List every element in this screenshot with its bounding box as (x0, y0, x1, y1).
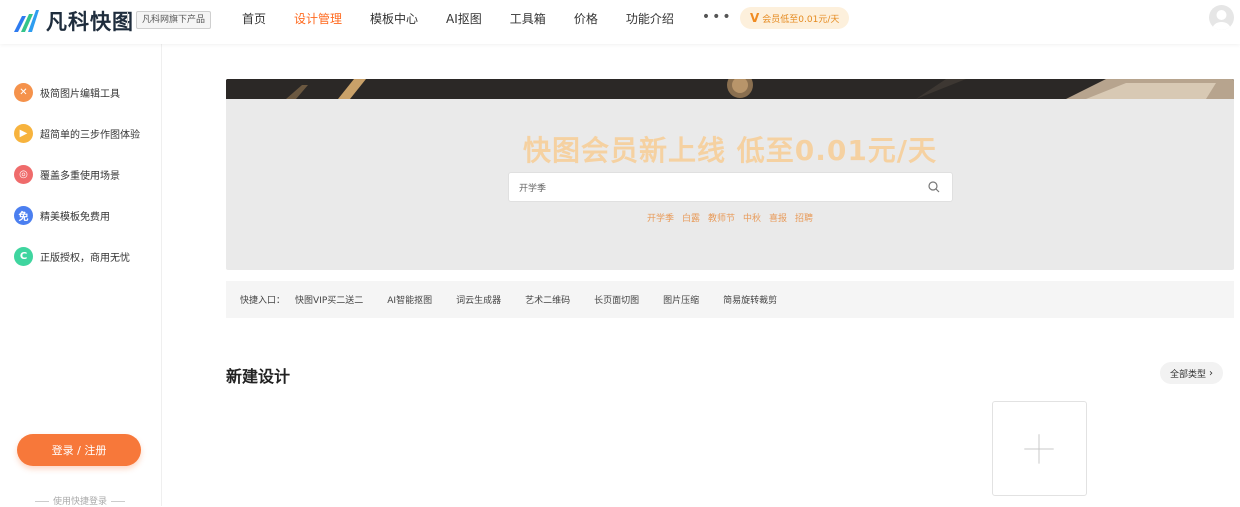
nav-item[interactable]: 首页 (242, 10, 266, 27)
hot-search-tag[interactable]: 中秋 (743, 214, 761, 224)
play-icon: ▶ (14, 123, 33, 143)
layers-icon: ◎ (14, 164, 33, 184)
section-title: 新建设计 (226, 367, 291, 386)
shortcut-link[interactable]: 快图VIP买二送二 (295, 293, 363, 306)
hot-search-tag[interactable]: 开学季 (647, 214, 674, 224)
sidebar: ✕ 极简图片编辑工具 ▶ 超简单的三步作图体验 ◎ 覆盖多重使用场景免精美模板免费用 C 正版… (0, 44, 162, 507)
quick-login-label: 使用快捷登录 (30, 494, 130, 507)
feature-label: 超简单的三步作图体验 (40, 129, 140, 141)
feature-label: 精美模板免费用 (40, 211, 110, 223)
shortcut-link[interactable]: 艺术二维码 (525, 293, 570, 306)
feature-item: ✕ 极简图片编辑工具 (14, 82, 120, 102)
feature-item: ◎ 覆盖多重使用场景 (14, 164, 120, 184)
free-icon: 免 (14, 205, 33, 225)
hot-search-tag[interactable]: 教师节 (708, 214, 735, 224)
copyright-icon: C (14, 246, 33, 266)
search-banner: 快图会员新上线 低至0.01元/天 开学季白露教师节中秋喜报招聘 (226, 79, 1234, 270)
banner-title: 快图会员新上线 低至0.01元/天 (522, 134, 938, 167)
hot-search-tag[interactable]: 喜报 (769, 214, 787, 224)
avatar[interactable] (1209, 5, 1234, 30)
chevron-right-icon: › (1209, 367, 1214, 379)
shortcut-link[interactable]: AI智能抠图 (387, 293, 432, 306)
feature-label: 极简图片编辑工具 (40, 88, 120, 100)
feature-item: 免精美模板免费用 (14, 205, 110, 225)
create-custom-size-card[interactable] (992, 401, 1087, 496)
search-box (508, 172, 953, 202)
vip-promo-label: 会员低至0.01元/天 (762, 14, 840, 25)
x-mark-icon: ✕ (14, 82, 33, 102)
nav-item[interactable]: 模板中心 (370, 10, 418, 27)
nav-item[interactable]: 工具箱 (510, 10, 546, 27)
plus-icon (1024, 434, 1054, 464)
shortcut-link[interactable]: 图片压缩 (663, 293, 699, 306)
hot-search-tags: 开学季 白露 教师节 中秋 喜报 招聘 (226, 211, 1234, 224)
search-input[interactable] (519, 173, 909, 201)
feature-item: ▶ 超简单的三步作图体验 (14, 123, 140, 143)
shortcut-bar: 快捷入口： 快图VIP买二送二 AI智能抠图 词云生成器 艺术二维码 长页面切图 图片压缩… (226, 281, 1234, 318)
feature-item: C 正版授权，商用无忧 (14, 246, 130, 266)
logo-text: 凡科快图 (46, 10, 134, 34)
search-icon[interactable] (928, 181, 940, 193)
nav-item[interactable]: 功能介绍 (626, 10, 674, 27)
hot-search-tag[interactable]: 招聘 (795, 214, 813, 224)
shortcut-link[interactable]: 词云生成器 (456, 293, 501, 306)
all-types-label: 全部类型 (1170, 369, 1207, 380)
logo-mark-icon (14, 10, 39, 32)
vip-v-icon: V (750, 11, 760, 25)
shortcut-link[interactable]: 长页面切图 (594, 293, 639, 306)
logo[interactable]: 凡科快图 (12, 6, 134, 36)
logo-divider (127, 12, 128, 28)
hot-search-tag[interactable]: 白露 (682, 214, 700, 224)
feature-label: 正版授权，商用无忧 (40, 252, 130, 264)
feature-label: 覆盖多重使用场景 (40, 170, 120, 182)
vip-promo-badge[interactable]: V 会员低至0.01元/天 (740, 7, 850, 29)
nav-item[interactable]: 价格 (574, 10, 598, 27)
all-types-button[interactable]: 全部类型 › (1160, 362, 1224, 384)
shortcut-link[interactable]: 简易旋转裁剪 (723, 293, 777, 306)
user-avatar-icon (1212, 10, 1231, 30)
more-menu-icon[interactable]: ••• (702, 9, 733, 25)
login-register-button[interactable]: 登录 / 注册 (17, 434, 141, 466)
nav-item[interactable]: 设计管理 (294, 10, 342, 27)
main-nav: 首页 设计管理 模板中心 AI抠图 工具箱 价格 功能介绍 ••• (242, 0, 761, 36)
nav-item[interactable]: AI抠图 (446, 10, 482, 27)
shortcut-label: 快捷入口： (240, 296, 286, 306)
top-navigation-bar: 凡科快图 凡科网旗下产品 首页 设计管理 模板中心 AI抠图 工具箱 价格 功能介绍 ••• … (0, 0, 1240, 44)
brand-tag: 凡科网旗下产品 (136, 11, 212, 29)
banner-decoration (226, 79, 1234, 99)
